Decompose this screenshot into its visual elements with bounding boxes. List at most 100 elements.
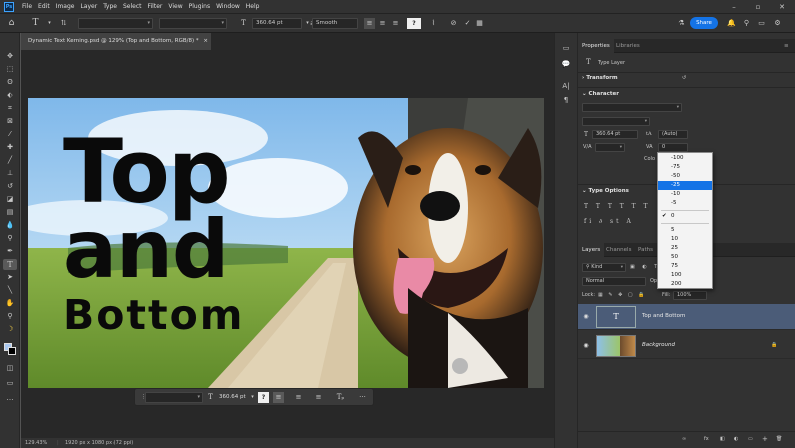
add-mask-icon[interactable]: ◧ (720, 436, 725, 442)
align-left-icon[interactable]: ≡ (364, 18, 375, 29)
type-tool-preset-icon[interactable]: T (30, 18, 41, 29)
share-button[interactable]: Share (690, 17, 718, 29)
canvas-text-bottom[interactable]: Bottom (63, 295, 245, 336)
move-tool-icon[interactable]: ✥ (3, 51, 17, 62)
fill-field[interactable]: 100% (673, 291, 707, 300)
visibility-eye-icon[interactable]: ◉ (582, 342, 590, 350)
align-right-icon[interactable]: ≡ (390, 18, 401, 29)
document-canvas[interactable]: Top and Bottom (28, 98, 544, 388)
ctx-more-icon[interactable]: ··· (357, 392, 368, 403)
kerning-option[interactable]: 100 (658, 271, 712, 280)
menu-select[interactable]: Select (120, 3, 145, 10)
font-size-field[interactable]: 360.64 pt (252, 18, 302, 29)
tab-layers[interactable]: Layers (578, 243, 605, 257)
layer-filter-field[interactable]: ⚲ Kind ▾ (582, 263, 626, 272)
font-style-field[interactable]: ▾ (159, 18, 227, 29)
leading-field[interactable]: (Auto) (658, 130, 688, 139)
gradient-tool-icon[interactable]: ▤ (3, 207, 17, 218)
tab-properties[interactable]: Properties (578, 39, 614, 53)
type-style-icons[interactable]: T T T T T T (584, 203, 651, 210)
tab-channels[interactable]: Channels (606, 243, 631, 257)
flask-icon[interactable]: ⚗ (676, 18, 687, 29)
paragraph-panel-icon[interactable]: ¶ (559, 95, 573, 106)
zoom-tool-icon[interactable]: ⚲ (3, 311, 17, 322)
ctx-color-swatch[interactable]: ? (258, 392, 269, 403)
menu-help[interactable]: Help (243, 3, 263, 10)
home-icon[interactable]: ⌂ (6, 18, 17, 29)
align-center-icon[interactable]: ≡ (377, 18, 388, 29)
tab-libraries[interactable]: Libraries (616, 39, 640, 53)
ctx-align-left-icon[interactable]: ≡ (273, 392, 284, 403)
layer-row-type[interactable]: ◉ T Top and Bottom (578, 304, 795, 330)
kerning-field[interactable]: ▾ (595, 143, 625, 152)
kerning-option[interactable]: -10 (658, 190, 712, 199)
frame-tool-icon[interactable]: ⊠ (3, 116, 17, 127)
menu-type[interactable]: Type (100, 3, 120, 10)
minimize-button[interactable]: – (722, 0, 746, 14)
layer-name[interactable]: Background (642, 342, 675, 348)
settings-gear-icon[interactable]: ⚙ (772, 18, 783, 29)
fx-icon[interactable]: fx (704, 436, 709, 442)
transform-section[interactable]: › Transform (582, 75, 618, 81)
lasso-tool-icon[interactable]: ʘ (3, 77, 17, 88)
menu-filter[interactable]: Filter (145, 3, 166, 10)
kerning-option[interactable]: 200 (658, 280, 712, 289)
kerning-option[interactable]: 10 (658, 235, 712, 244)
3d-panel-icon[interactable]: ▦ (474, 18, 485, 29)
ctx-align-center-icon[interactable]: ≡ (293, 392, 304, 403)
marquee-tool-icon[interactable]: ⬚ (3, 64, 17, 75)
menu-window[interactable]: Window (213, 3, 243, 10)
character-section[interactable]: ⌄ Character (582, 91, 619, 97)
panel-menu-icon[interactable]: ≡ (784, 39, 789, 53)
history-brush-tool-icon[interactable]: ↺ (3, 181, 17, 192)
menu-edit[interactable]: Edit (35, 3, 53, 10)
layer-name[interactable]: Top and Bottom (642, 313, 685, 319)
object-selection-tool-icon[interactable]: ⬖ (3, 90, 17, 101)
commit-icon[interactable]: ✓ (462, 18, 473, 29)
type-tool-icon[interactable]: T (3, 259, 17, 270)
text-color-swatch[interactable]: ? (407, 18, 421, 29)
kerning-option[interactable]: -5 (658, 199, 712, 208)
char-size-field[interactable]: 360.64 pt (592, 130, 638, 139)
rectangle-tool-icon[interactable]: ╲ (3, 285, 17, 296)
workspace-icon[interactable]: ▭ (756, 18, 767, 29)
char-font-field[interactable]: ▾ (582, 103, 682, 112)
menu-image[interactable]: Image (53, 3, 78, 10)
ctx-font-size[interactable]: 360.64 pt (219, 392, 246, 403)
healing-brush-tool-icon[interactable]: ✚ (3, 142, 17, 153)
eyedropper-tool-icon[interactable]: ⁄ (3, 129, 17, 140)
edit-toolbar-icon[interactable]: … (3, 393, 17, 404)
blur-tool-icon[interactable]: 💧 (3, 220, 17, 231)
status-arrow-icon[interactable]: › (113, 438, 115, 448)
tracking-field[interactable]: 0 (658, 143, 688, 152)
pen-tool-icon[interactable]: ✒ (3, 246, 17, 257)
canvas-text-and[interactable]: and (63, 210, 229, 290)
kerning-option[interactable]: 75 (658, 262, 712, 271)
kerning-option[interactable]: -75 (658, 163, 712, 172)
reset-transform-icon[interactable]: ↺ (682, 75, 686, 81)
new-group-icon[interactable]: ▭ (748, 436, 753, 442)
clone-stamp-tool-icon[interactable]: ⊥ (3, 168, 17, 179)
ctx-font-field[interactable]: ▾ (145, 392, 203, 403)
document-tab[interactable]: Dynamic Text Kerning.psd @ 129% (Top and… (21, 33, 211, 50)
orientation-toggle-icon[interactable]: ⇅ (58, 18, 69, 29)
menu-view[interactable]: View (165, 3, 185, 10)
kerning-option[interactable]: 25 (658, 244, 712, 253)
new-layer-icon[interactable]: + (762, 435, 768, 443)
kerning-option[interactable]: -50 (658, 172, 712, 181)
menu-plugins[interactable]: Plugins (186, 3, 214, 10)
lock-icons[interactable]: ▦ ✎ ✥ ▢ 🔒 (598, 292, 646, 298)
screen-mode-icon[interactable]: ▭ (3, 378, 17, 389)
generative-tool-icon[interactable]: ☽ (3, 324, 17, 335)
char-style-field[interactable]: ▾ (582, 117, 650, 126)
search-icon[interactable]: ⚲ (741, 18, 752, 29)
cancel-icon[interactable]: ⊘ (448, 18, 459, 29)
close-tab-icon[interactable]: × (203, 38, 208, 44)
hand-tool-icon[interactable]: ✋ (3, 298, 17, 309)
close-window-button[interactable]: ✕ (770, 0, 794, 14)
comments-panel-icon[interactable]: 💬 (559, 59, 573, 70)
kerning-option[interactable]: 50 (658, 253, 712, 262)
blend-mode-field[interactable]: Normal (582, 277, 646, 286)
preset-dropdown-icon[interactable]: ▾ (44, 18, 55, 29)
zoom-level[interactable]: 129.43% (25, 438, 47, 448)
